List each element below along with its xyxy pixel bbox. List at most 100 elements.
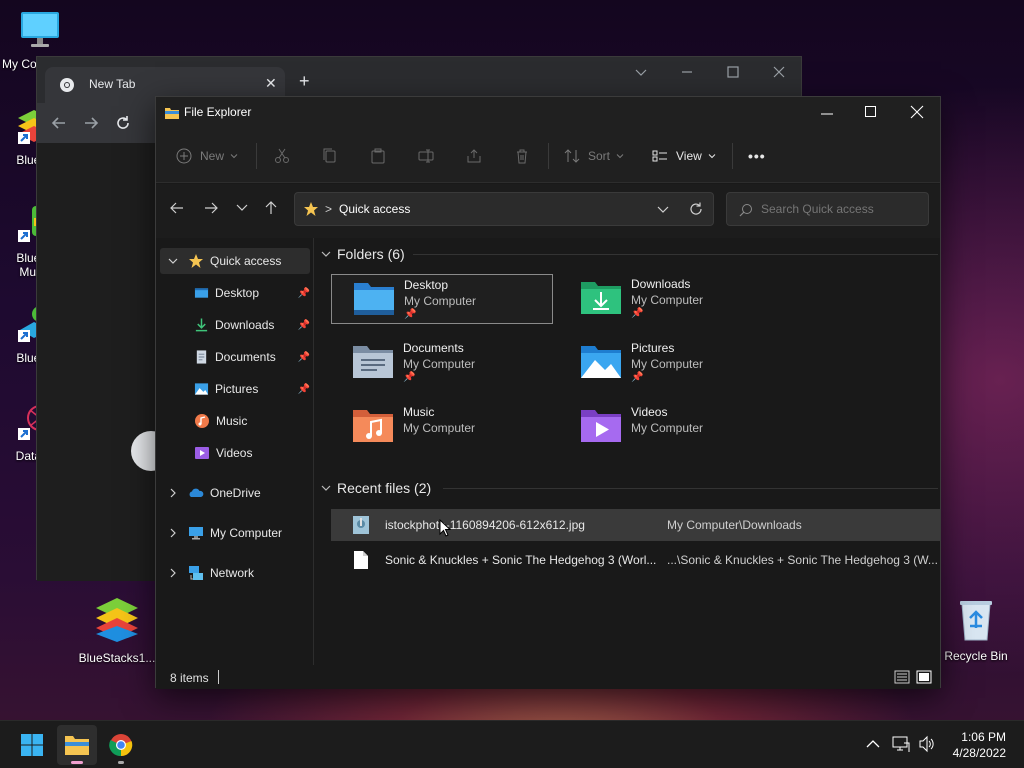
maximize-icon[interactable]: [864, 105, 878, 119]
folder-tile-music[interactable]: Music My Computer: [331, 402, 553, 452]
sidebar-item-quick-access[interactable]: Quick access: [160, 248, 310, 274]
search-input[interactable]: [761, 199, 921, 219]
reload-icon[interactable]: [115, 115, 131, 131]
recent-file-row[interactable]: istockphoto-1160894206-612x612.jpg My Co…: [331, 509, 940, 541]
folder-icon: [165, 108, 179, 119]
cut-button[interactable]: [274, 141, 290, 171]
up-arrow-icon[interactable]: [264, 201, 278, 215]
sidebar-item-videos[interactable]: Videos: [160, 440, 310, 466]
section-divider: [443, 488, 938, 489]
sidebar-item-desktop[interactable]: Desktop 📌: [160, 280, 310, 306]
trash-icon: [517, 149, 527, 164]
chrome-logo-icon: [109, 734, 133, 757]
pictures-icon: [194, 383, 209, 395]
mouse-cursor-icon: [439, 519, 451, 537]
sidebar-item-documents[interactable]: Documents 📌: [160, 344, 310, 370]
close-icon[interactable]: [910, 105, 924, 119]
start-button[interactable]: [12, 725, 52, 765]
navigation-bar: > Quick access: [156, 184, 940, 238]
details-view-icon[interactable]: [894, 670, 910, 684]
desktop-icon-bluestacks-5[interactable]: BlueStacks1...: [76, 596, 158, 665]
pin-icon[interactable]: 📌: [298, 384, 310, 395]
close-tab-icon[interactable]: ✕: [265, 75, 277, 92]
minimize-icon[interactable]: [681, 66, 693, 78]
breadcrumb-separator: >: [325, 202, 333, 216]
explorer-title-bar: File Explorer: [156, 97, 940, 129]
file-explorer-window[interactable]: File Explorer New Sort View ••• > Quick …: [155, 96, 941, 689]
network-monitor-icon[interactable]: [892, 735, 910, 753]
divider: [256, 143, 257, 169]
breadcrumb-quick-access[interactable]: Quick access: [339, 202, 410, 216]
maximize-icon[interactable]: [727, 66, 739, 78]
copy-icon: [323, 148, 336, 163]
folder-tile-pictures[interactable]: Pictures My Computer 📌: [559, 338, 781, 388]
sidebar-item-music[interactable]: Music: [160, 408, 310, 434]
music-icon: [195, 414, 209, 428]
sidebar-item-onedrive[interactable]: OneDrive: [160, 480, 310, 506]
back-arrow-icon[interactable]: [170, 201, 184, 215]
pin-icon[interactable]: 📌: [298, 352, 310, 363]
new-tab-button[interactable]: +: [299, 71, 310, 92]
more-options-button[interactable]: •••: [748, 141, 766, 171]
share-icon: [467, 149, 481, 163]
desktop-icon-recycle-bin[interactable]: Recycle Bin: [936, 598, 1016, 663]
recent-files-section-header[interactable]: Recent files (2): [321, 480, 431, 496]
chevron-right-icon[interactable]: [168, 528, 178, 538]
folders-section-header[interactable]: Folders (6): [321, 246, 405, 262]
videos-folder-icon: [581, 410, 621, 442]
pin-icon[interactable]: 📌: [298, 320, 310, 331]
chevron-down-icon[interactable]: [635, 66, 647, 78]
explorer-title: File Explorer: [184, 105, 252, 119]
chevron-down-icon: [321, 251, 331, 257]
clock-date: 4/28/2022: [952, 746, 1006, 760]
refresh-icon[interactable]: [689, 202, 703, 216]
view-button[interactable]: View: [652, 141, 716, 171]
chevron-down-icon[interactable]: [168, 256, 178, 266]
sidebar-item-network[interactable]: Network: [160, 560, 310, 586]
copy-button[interactable]: [322, 141, 338, 171]
folder-tile-videos[interactable]: Videos My Computer: [559, 402, 781, 452]
delete-button[interactable]: [514, 141, 530, 171]
downloads-folder-icon: [581, 282, 621, 314]
pin-icon: 📌: [404, 309, 417, 320]
back-arrow-icon[interactable]: [51, 115, 67, 131]
search-box[interactable]: [726, 192, 929, 226]
chevron-right-icon[interactable]: [168, 488, 178, 498]
pin-icon: 📌: [403, 372, 416, 383]
star-icon: [189, 254, 203, 268]
chevron-right-icon[interactable]: [168, 568, 178, 578]
close-icon[interactable]: [773, 66, 785, 78]
address-bar[interactable]: > Quick access: [294, 192, 714, 226]
share-button[interactable]: [466, 141, 482, 171]
sort-button[interactable]: Sort: [564, 141, 624, 171]
sidebar-item-downloads[interactable]: Downloads 📌: [160, 312, 310, 338]
forward-arrow-icon[interactable]: [204, 201, 218, 215]
folder-tile-downloads[interactable]: Downloads My Computer 📌: [559, 274, 781, 324]
chrome-logo-icon: [60, 78, 74, 92]
folder-tile-documents[interactable]: Documents My Computer 📌: [331, 338, 553, 388]
content-pane: Folders (6) Desktop My Computer 📌 Downlo…: [315, 238, 940, 665]
star-icon: [304, 202, 318, 216]
image-file-icon: [353, 516, 369, 534]
system-clock[interactable]: 1:06 PM 4/28/2022: [953, 729, 1006, 761]
volume-icon[interactable]: [918, 735, 936, 753]
chevron-down-icon: [230, 154, 238, 159]
recent-file-row[interactable]: Sonic & Knuckles + Sonic The Hedgehog 3 …: [331, 544, 940, 576]
rename-button[interactable]: [418, 141, 434, 171]
chevron-down-icon[interactable]: [657, 205, 669, 215]
new-button[interactable]: New: [176, 141, 238, 171]
tiles-view-icon[interactable]: [916, 670, 932, 684]
sidebar-item-pictures[interactable]: Pictures 📌: [160, 376, 310, 402]
taskbar-chrome[interactable]: [101, 725, 141, 765]
chevron-up-icon[interactable]: [866, 739, 880, 749]
folder-tile-desktop[interactable]: Desktop My Computer 📌: [331, 274, 553, 324]
pin-icon[interactable]: 📌: [298, 288, 310, 299]
paste-button[interactable]: [370, 141, 386, 171]
status-bar: 8 items: [156, 665, 940, 689]
plus-circle-icon: [176, 148, 192, 164]
chevron-down-icon[interactable]: [236, 203, 248, 213]
taskbar-file-explorer[interactable]: [57, 725, 97, 765]
sidebar-item-my-computer[interactable]: My Computer: [160, 520, 310, 546]
forward-arrow-icon[interactable]: [83, 115, 99, 131]
minimize-icon[interactable]: [820, 107, 834, 121]
